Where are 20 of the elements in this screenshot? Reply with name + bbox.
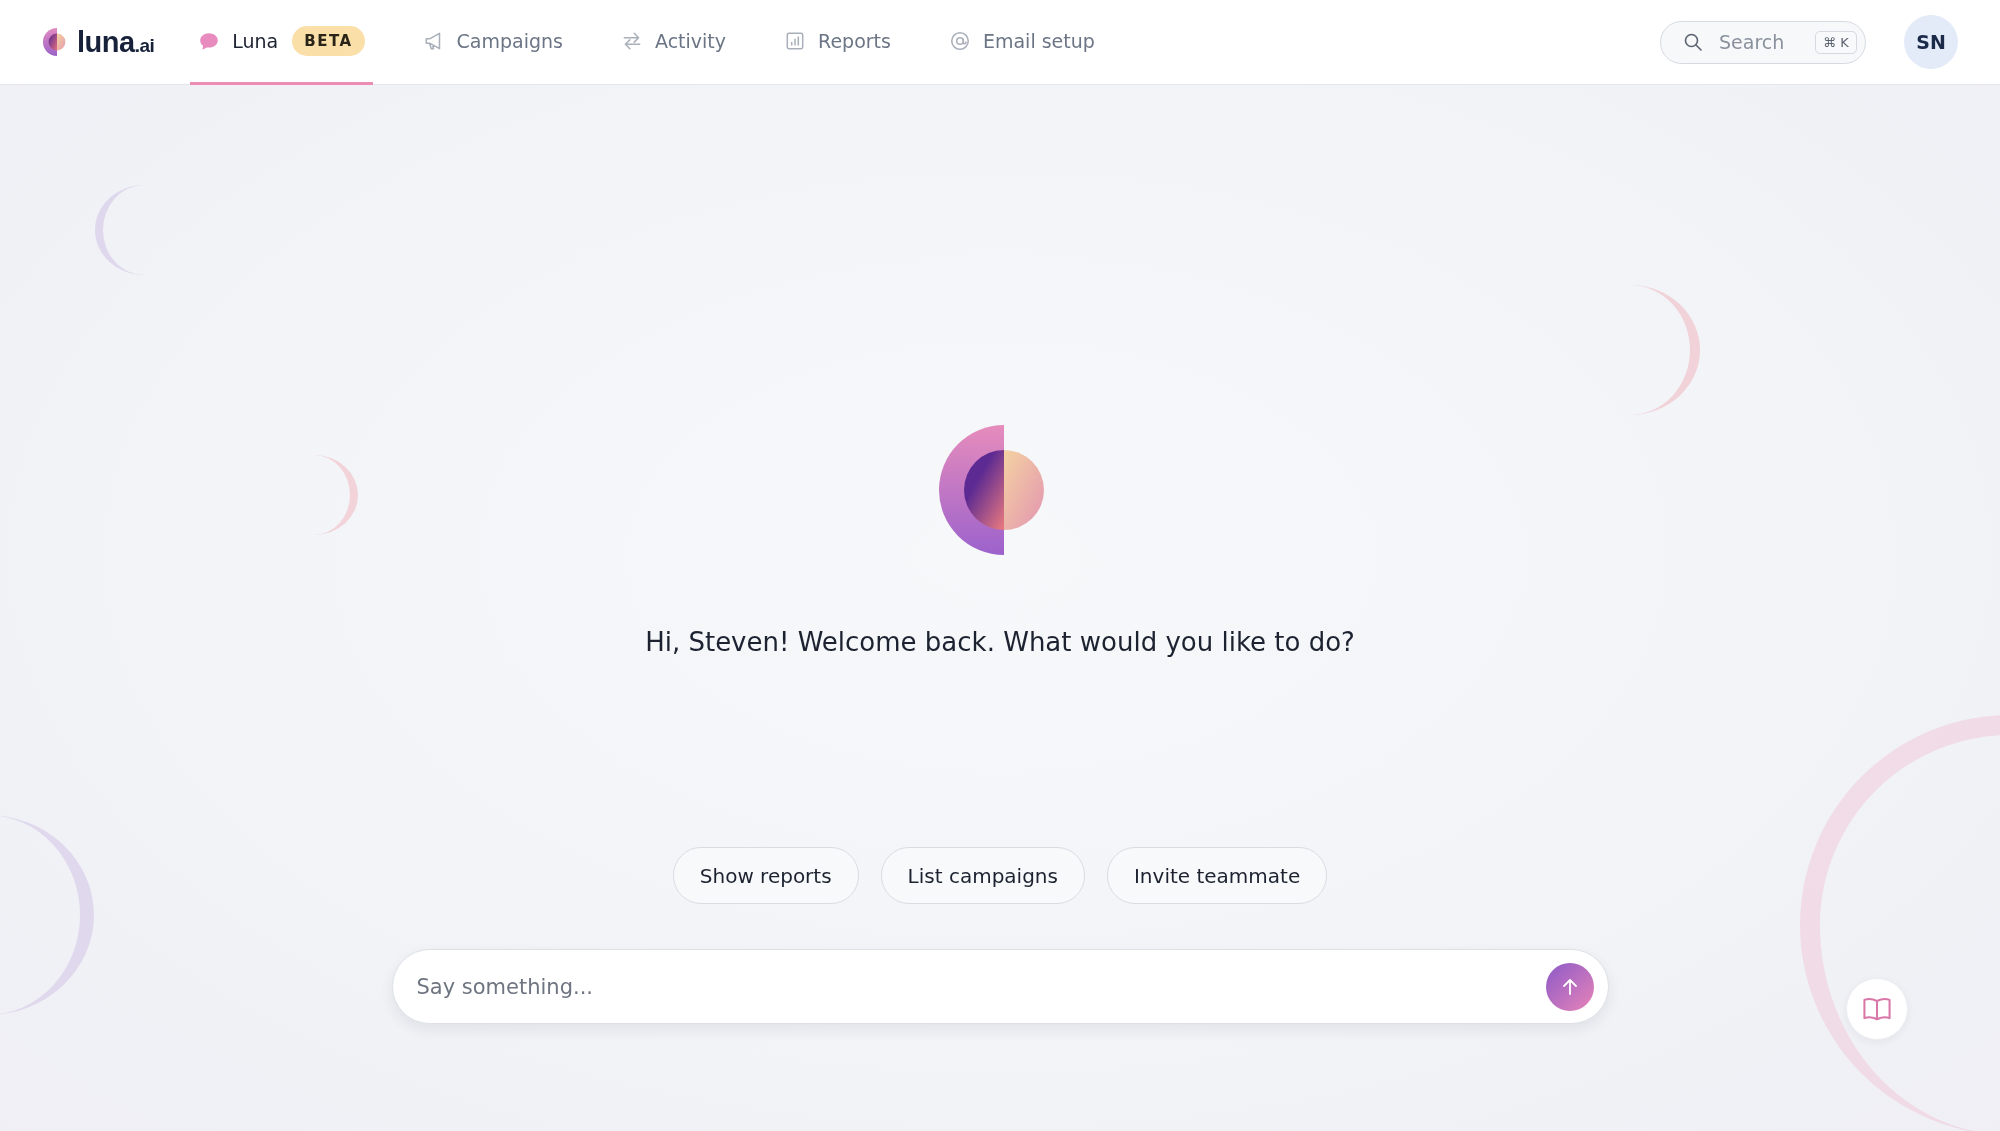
chat-bubble-icon xyxy=(198,30,221,52)
message-input[interactable]: Say something... xyxy=(414,973,1546,1000)
swap-arrows-icon xyxy=(621,30,643,52)
greeting-text: Hi, Steven! Welcome back. What would you like to do? xyxy=(645,627,1355,657)
suggestion-button[interactable]: Show reports xyxy=(672,847,859,904)
search-bar[interactable]: Search ⌘ K xyxy=(1660,20,1866,64)
suggestion-button[interactable]: List campaigns xyxy=(880,847,1085,904)
nav-tab[interactable]: Activity xyxy=(613,0,735,85)
keyboard-shortcut: ⌘ K xyxy=(1815,30,1857,54)
message-bar[interactable]: Say something... xyxy=(391,949,1609,1024)
nav-tab[interactable]: Email setup xyxy=(940,0,1103,85)
brand-name: luna.ai xyxy=(77,25,155,59)
at-sign-icon xyxy=(948,30,971,52)
nav-tab[interactable]: Campaigns xyxy=(414,0,571,85)
suggestion-button[interactable]: Invite teammate xyxy=(1106,847,1328,904)
search-input[interactable]: Search xyxy=(1717,30,1801,54)
beta-badge: BETA xyxy=(292,26,365,56)
nav-tab[interactable]: Reports xyxy=(776,0,899,85)
user-avatar[interactable]: SN xyxy=(1904,15,1958,69)
search-icon xyxy=(1683,32,1703,52)
